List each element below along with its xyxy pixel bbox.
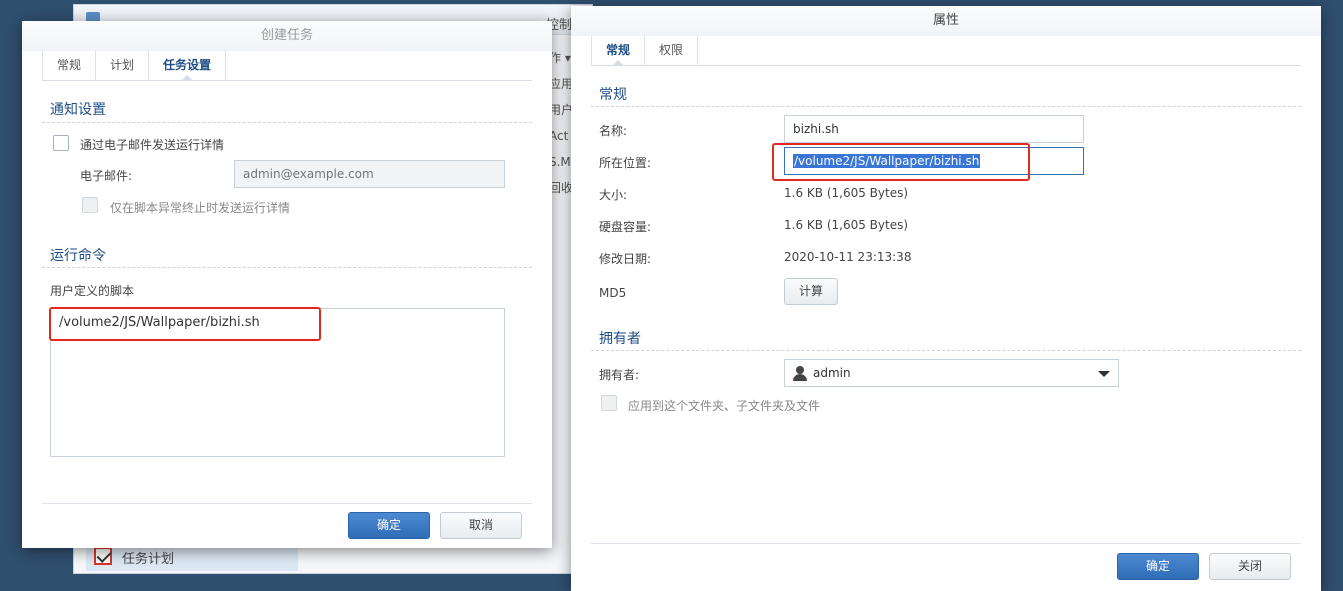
disk-usage-value: 1.6 KB (1,605 Bytes): [784, 218, 909, 232]
disk-usage-label: 硬盘容量:: [599, 220, 652, 234]
ok-button[interactable]: 确定: [348, 512, 430, 539]
section-divider: [591, 350, 1301, 351]
owner-label: 拥有者:: [599, 368, 640, 382]
location-field[interactable]: /volume2/JS/Wallpaper/bizhi.sh: [784, 147, 1084, 175]
general-section-title: 常规: [599, 87, 627, 103]
ok-button[interactable]: 确定: [1117, 553, 1199, 580]
chevron-down-icon[interactable]: [1098, 371, 1110, 377]
apply-recursive-checkbox[interactable]: [601, 395, 617, 411]
cancel-button[interactable]: 取消: [440, 512, 522, 539]
owner-select[interactable]: admin: [784, 359, 1119, 387]
modified-value: 2020-10-11 23:13:38: [784, 250, 912, 264]
footer-divider: [42, 503, 532, 504]
tab-permissions[interactable]: 权限: [645, 36, 699, 65]
script-text: /volume2/JS/Wallpaper/bizhi.sh: [59, 315, 260, 330]
abnormal-only-label: 仅在脚本异常终止时发送运行详情: [110, 201, 291, 215]
md5-label: MD5: [599, 286, 627, 300]
email-label: 电子邮件:: [80, 169, 133, 183]
dialog-title: 属性: [571, 6, 1321, 36]
tab-bar: 常规 权限: [591, 36, 1301, 66]
email-details-label: 通过电子邮件发送运行详情: [80, 138, 225, 152]
apply-recursive-label: 应用到这个文件夹、子文件夹及文件: [628, 399, 821, 413]
notification-section-title: 通知设置: [50, 102, 106, 118]
section-divider: [42, 267, 532, 268]
section-divider: [591, 106, 1301, 107]
owner-section-title: 拥有者: [599, 331, 641, 347]
calculate-button[interactable]: 计算: [784, 278, 838, 305]
abnormal-only-checkbox[interactable]: [82, 197, 98, 213]
tab-general[interactable]: 常规: [43, 51, 97, 80]
size-value: 1.6 KB (1,605 Bytes): [784, 186, 909, 200]
email-field[interactable]: [234, 160, 505, 188]
owner-selected-value: admin: [813, 366, 851, 380]
tab-general[interactable]: 常规: [592, 36, 646, 66]
create-task-dialog: 创建任务 常规 计划 任务设置 通知设置 通过电子邮件发送运行详情 电子邮件: …: [22, 21, 552, 548]
user-script-textarea[interactable]: /volume2/JS/Wallpaper/bizhi.sh: [50, 308, 505, 457]
user-script-label: 用户定义的脚本: [50, 284, 135, 298]
run-command-section-title: 运行命令: [50, 248, 106, 264]
tab-bar: 常规 计划 任务设置: [42, 51, 532, 81]
name-field[interactable]: [784, 115, 1084, 143]
email-details-checkbox[interactable]: [53, 135, 69, 151]
sidebar-item-label: 任务计划: [122, 552, 175, 567]
modified-label: 修改日期:: [599, 252, 652, 266]
size-label: 大小:: [599, 188, 628, 202]
name-label: 名称:: [599, 124, 628, 138]
tab-task-settings[interactable]: 任务设置: [149, 51, 227, 81]
location-label: 所在位置:: [599, 156, 652, 170]
section-divider: [42, 122, 532, 123]
checkmark-icon: [94, 547, 112, 565]
footer-divider: [591, 543, 1301, 544]
close-button[interactable]: 关闭: [1209, 553, 1291, 580]
user-icon: [793, 366, 807, 381]
dialog-title: 创建任务: [22, 21, 552, 51]
properties-dialog: 属性 常规 权限 常规 名称: 所在位置: /volume2/JS/Wallpa…: [571, 6, 1321, 591]
location-selected-text: /volume2/JS/Wallpaper/bizhi.sh: [793, 154, 981, 168]
tab-schedule[interactable]: 计划: [96, 51, 150, 80]
